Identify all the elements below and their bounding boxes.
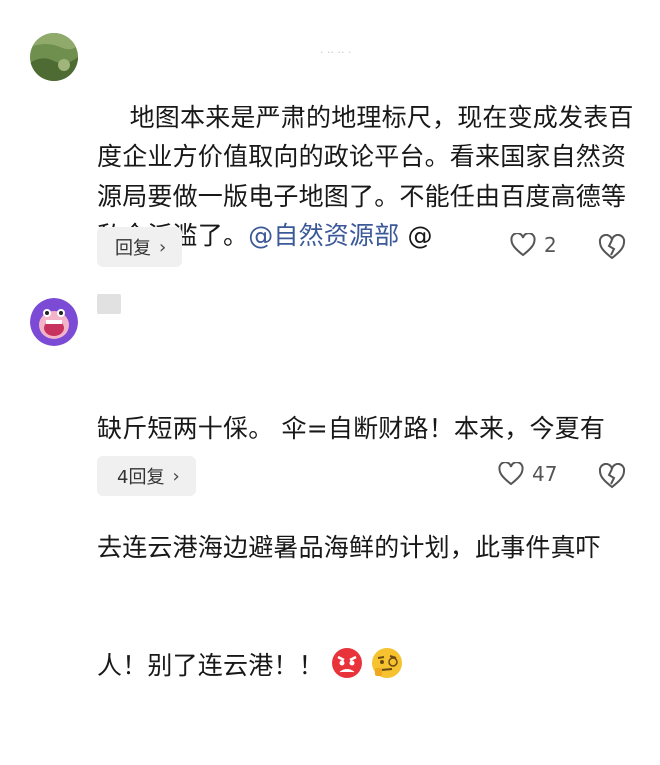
- trailing-at: @: [399, 221, 433, 250]
- reply-button[interactable]: 回复 ›: [97, 227, 183, 267]
- broken-heart-icon: [598, 233, 626, 260]
- dislike-button[interactable]: [598, 462, 626, 493]
- heart-icon: [510, 233, 536, 257]
- broken-heart-icon: [598, 462, 626, 489]
- avatar[interactable]: [30, 33, 78, 81]
- like-count: 2: [544, 233, 557, 257]
- username[interactable]: [97, 294, 121, 314]
- chevron-right-icon: ›: [172, 465, 180, 487]
- comment-line-with-emoji: 人！别了连云港！！: [97, 646, 637, 686]
- like-button[interactable]: 2: [510, 233, 557, 257]
- skeptical-face-emoji: [370, 646, 404, 680]
- avatar[interactable]: [30, 298, 78, 346]
- like-button[interactable]: 47: [498, 462, 557, 486]
- comment-item: · ·· ·· · 地图本来是严肃的地理标尺，现在变成发表百度企业方价值取向的政…: [0, 0, 660, 280]
- comment-line: 缺斤短两十倸。 伞=自断财路！本来，今夏有: [97, 414, 606, 443]
- comment-item: 缺斤短两十倸。 伞=自断财路！本来，今夏有 去连云港海边避暑品海鲜的计划，此事件…: [0, 280, 660, 680]
- dislike-button[interactable]: [598, 233, 626, 264]
- mention-link[interactable]: @自然资源部: [248, 221, 399, 250]
- username[interactable]: · ·· ·· ·: [320, 46, 410, 59]
- comment-text: 缺斤短两十倸。 伞=自断财路！本来，今夏有 去连云港海边避暑品海鲜的计划，此事件…: [97, 330, 637, 765]
- chevron-right-icon: ›: [159, 236, 167, 258]
- reply-button[interactable]: 4回复 ›: [97, 456, 196, 496]
- heart-icon: [498, 462, 524, 486]
- comment-line: 去连云港海边避暑品海鲜的计划，此事件真吓: [97, 532, 602, 562]
- reply-label: 回复: [115, 238, 151, 259]
- comment-line: 人！别了连云港！！: [97, 651, 324, 680]
- like-count: 47: [532, 462, 558, 486]
- reply-label: 4回复: [117, 467, 165, 488]
- angry-face-emoji: [330, 646, 364, 680]
